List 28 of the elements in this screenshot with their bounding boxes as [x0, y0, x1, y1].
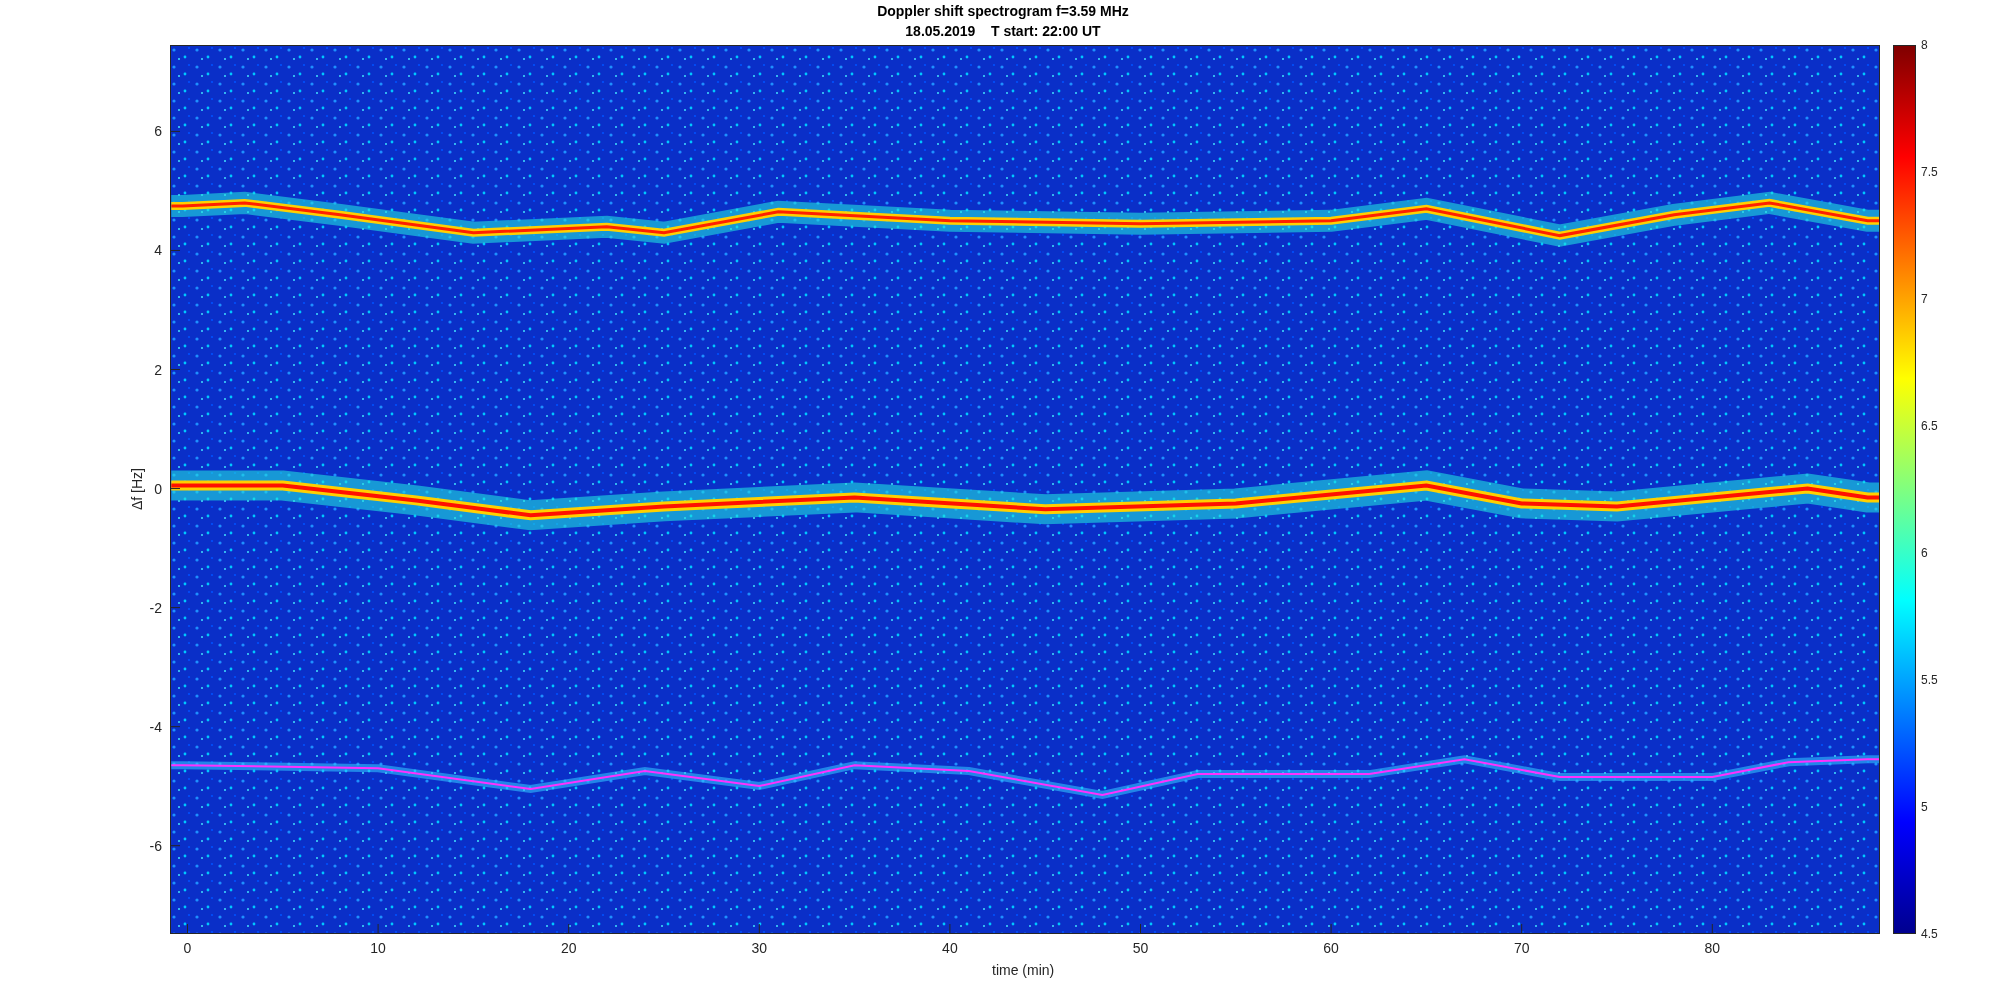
colorbar-tick-label: 6.5	[1921, 418, 1938, 434]
x-tick-label: 30	[751, 939, 768, 957]
y-tick-label: 4	[154, 241, 162, 260]
y-tick-label: -4	[149, 717, 162, 736]
colorbar-tick-label: 4.5	[1921, 926, 1938, 942]
x-tick-label: 10	[370, 939, 386, 957]
x-tick-label: 80	[1704, 939, 1721, 957]
colorbar-tick-label: 6	[1921, 545, 1928, 561]
x-tick-label: 70	[1513, 939, 1530, 957]
colorbar-tick-label: 7.5	[1921, 164, 1938, 180]
chart-title: Doppler shift spectrogram f=3.59 MHz	[876, 2, 1130, 20]
y-tick-label: 6	[154, 122, 162, 141]
x-tick-label: 50	[1132, 939, 1149, 957]
y-tick-label: 0	[154, 479, 162, 498]
y-tick-label: 2	[154, 360, 162, 379]
chart-subtitle: 18.05.2019 T start: 22:00 UT	[904, 22, 1102, 40]
x-tick-label: 0	[183, 939, 192, 957]
colorbar-tick-label: 8	[1921, 37, 1928, 53]
colorbar-tick-label: 7	[1921, 291, 1928, 307]
y-axis-label: Δf [Hz]	[128, 468, 146, 510]
y-tick-label: -6	[149, 836, 162, 855]
colorbar-tick-label: 5	[1921, 799, 1928, 815]
x-tick-label: 20	[560, 939, 577, 957]
y-tick-label: -2	[149, 598, 162, 617]
colorbar-tick-label: 5.5	[1921, 672, 1938, 688]
x-tick-label: 40	[942, 939, 958, 957]
x-axis-label: time (min)	[992, 961, 1055, 979]
x-tick-label: 60	[1323, 939, 1339, 957]
